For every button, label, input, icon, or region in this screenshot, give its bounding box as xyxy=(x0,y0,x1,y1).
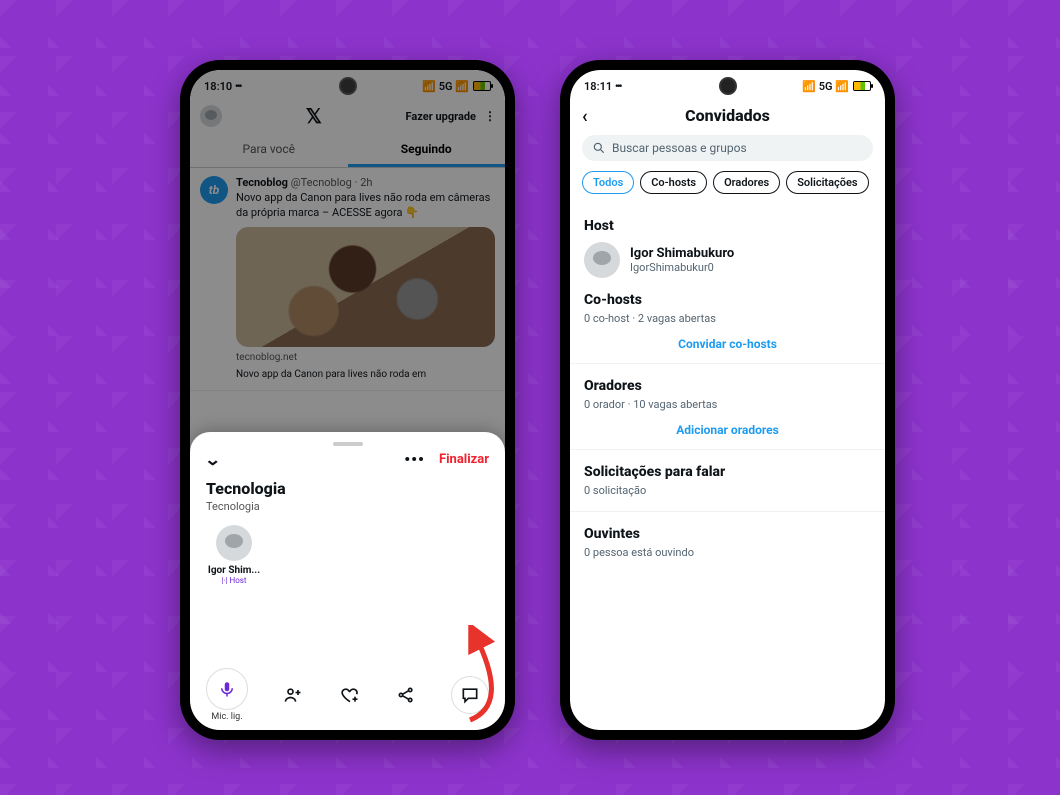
chip-solicitacoes[interactable]: Solicitações xyxy=(786,171,868,194)
space-title: Tecnologia xyxy=(206,479,489,498)
upgrade-button[interactable]: Fazer upgrade xyxy=(406,110,476,123)
section-cohosts: Co-hosts 0 co-host · 2 vagas abertas xyxy=(570,292,885,325)
tab-for-you[interactable]: Para você xyxy=(190,134,348,167)
divider xyxy=(570,511,885,512)
front-camera xyxy=(719,77,737,95)
section-requests-title: Solicitações para falar xyxy=(584,464,871,480)
end-space-button[interactable]: Finalizar xyxy=(439,452,489,467)
section-host-title: Host xyxy=(584,218,871,234)
listeners-subtext: 0 pessoa está ouvindo xyxy=(584,546,871,559)
host-avatar xyxy=(584,242,620,278)
invite-cohosts-button[interactable]: Convidar co-hosts xyxy=(570,325,885,364)
participant-name: Igor Shim... xyxy=(206,565,262,576)
chip-oradores[interactable]: Oradores xyxy=(713,171,780,194)
tweet-card-title: Novo app da Canon para lives não roda em xyxy=(236,368,495,382)
react-heart-icon[interactable] xyxy=(338,683,362,707)
more-icon[interactable]: ••• xyxy=(404,450,425,469)
tweet-card-image[interactable] xyxy=(236,227,495,347)
network-label: 📶 5G 📶 xyxy=(802,80,849,93)
profile-avatar[interactable] xyxy=(200,105,222,127)
tweet-card-domain: tecnoblog.net xyxy=(236,351,495,365)
chip-cohosts[interactable]: Co-hosts xyxy=(640,171,707,194)
battery-icon xyxy=(853,81,871,91)
participant-avatar xyxy=(216,525,252,561)
back-button[interactable]: ‹ xyxy=(582,106,588,127)
space-category: Tecnologia xyxy=(206,500,489,513)
battery-icon xyxy=(473,81,491,91)
host-name: Igor Shimabukuro xyxy=(630,246,734,262)
invite-people-icon[interactable] xyxy=(281,683,305,707)
tweet-handle: @Tecnoblog xyxy=(291,176,352,189)
host-handle: IgorShimabukur0 xyxy=(630,261,734,274)
screen-left: 18:10 ••• 📶 5G 📶 𝕏 Fazer upgrade ⋮ Para … xyxy=(190,70,505,730)
section-requests: Solicitações para falar 0 solicitação xyxy=(570,464,885,497)
front-camera xyxy=(339,77,357,95)
chip-todos[interactable]: Todos xyxy=(582,171,634,194)
search-input[interactable]: Buscar pessoas e grupos xyxy=(582,135,873,161)
add-speakers-button[interactable]: Adicionar oradores xyxy=(570,411,885,450)
mic-button[interactable] xyxy=(206,668,248,710)
section-listeners: Ouvintes 0 pessoa está ouvindo xyxy=(570,526,885,559)
screen-right: 18:11 ••• 📶 5G 📶 ‹ Convidados Buscar pes… xyxy=(570,70,885,730)
status-time: 18:10 ••• xyxy=(204,80,241,93)
section-host: Host Igor Shimabukuro IgorShimabukur0 xyxy=(570,218,885,278)
participant-role: |·| Host xyxy=(206,576,262,585)
tweet-time: 2h xyxy=(360,176,372,189)
tab-following[interactable]: Seguindo xyxy=(348,134,506,167)
section-speakers: Oradores 0 orador · 10 vagas abertas xyxy=(570,378,885,411)
filter-chips: Todos Co-hosts Oradores Solicitações xyxy=(570,161,885,204)
tweet-author[interactable]: Tecnoblog xyxy=(236,176,288,189)
phone-frame-left: 18:10 ••• 📶 5G 📶 𝕏 Fazer upgrade ⋮ Para … xyxy=(180,60,515,740)
tweet-text: Novo app da Canon para lives não roda em… xyxy=(236,191,495,221)
host-user-row[interactable]: Igor Shimabukuro IgorShimabukur0 xyxy=(584,242,871,278)
app-header: 𝕏 Fazer upgrade ⋮ xyxy=(190,98,505,134)
guests-header: ‹ Convidados xyxy=(570,98,885,135)
comment-icon[interactable] xyxy=(451,676,489,714)
tweet[interactable]: tb Tecnoblog @Tecnoblog · 2h Novo app da… xyxy=(190,168,505,391)
section-speakers-title: Oradores xyxy=(584,378,871,394)
spaces-bottom-sheet: ⌄ ••• Finalizar Tecnologia Tecnologia Ig… xyxy=(190,432,505,730)
feed-tabs: Para você Seguindo xyxy=(190,134,505,168)
cohosts-subtext: 0 co-host · 2 vagas abertas xyxy=(584,312,871,325)
section-cohosts-title: Co-hosts xyxy=(584,292,871,308)
tweet-avatar[interactable]: tb xyxy=(200,176,228,204)
speakers-subtext: 0 orador · 10 vagas abertas xyxy=(584,398,871,411)
phone-frame-right: 18:11 ••• 📶 5G 📶 ‹ Convidados Buscar pes… xyxy=(560,60,895,740)
mic-label: Mic. lig. xyxy=(211,712,242,722)
x-logo-icon[interactable]: 𝕏 xyxy=(306,104,322,128)
sheet-drag-handle[interactable] xyxy=(333,442,363,446)
section-listeners-title: Ouvintes xyxy=(584,526,871,542)
search-placeholder: Buscar pessoas e grupos xyxy=(612,141,747,155)
collapse-chevron-icon[interactable]: ⌄ xyxy=(204,450,221,469)
requests-subtext: 0 solicitação xyxy=(584,484,871,497)
share-icon[interactable] xyxy=(394,683,418,707)
network-label: 📶 5G 📶 xyxy=(422,80,469,93)
more-options-icon[interactable]: ⋮ xyxy=(484,109,495,123)
page-title: Convidados xyxy=(685,106,770,125)
search-icon xyxy=(592,141,606,155)
status-time: 18:11 ••• xyxy=(584,80,621,93)
participant-host[interactable]: Igor Shim... |·| Host xyxy=(206,525,262,585)
